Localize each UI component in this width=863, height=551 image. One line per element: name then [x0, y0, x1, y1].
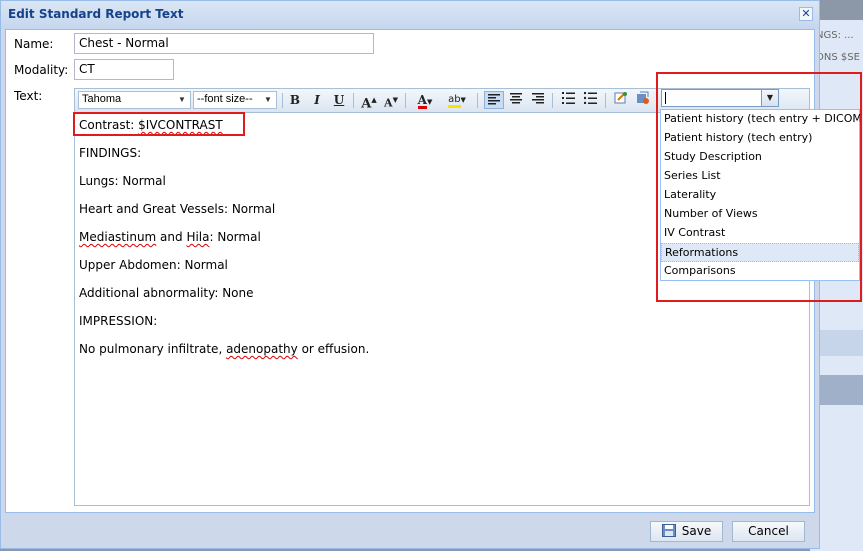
chevron-down-icon: ▼ [178, 95, 186, 104]
name-label: Name: [14, 37, 54, 51]
editor-line: Lungs: Normal [79, 174, 166, 188]
editor-line: IMPRESSION: [79, 314, 158, 328]
name-input[interactable]: Chest - Normal [74, 33, 374, 54]
underline-icon[interactable]: U [329, 91, 349, 109]
align-left-icon[interactable] [484, 91, 504, 109]
font-family-select[interactable]: Tahoma ▼ [78, 91, 191, 109]
source-edit-icon[interactable] [633, 91, 653, 109]
link-icon[interactable] [611, 91, 631, 109]
toolbar-separator [282, 93, 283, 108]
toolbar-separator [605, 93, 606, 108]
font-color-icon[interactable]: A▼ [412, 91, 438, 109]
editor-line: Heart and Great Vessels: Normal [79, 202, 276, 216]
decrease-font-icon[interactable]: A▼ [381, 91, 401, 110]
toolbar-separator [353, 93, 354, 108]
text-label: Text: [14, 89, 43, 103]
impression-line: No pulmonary infiltrate, adenopathy or e… [79, 342, 370, 356]
chevron-down-icon: ▼ [264, 95, 272, 104]
dropdown-highlight-box [656, 72, 862, 302]
dialog-titlebar[interactable]: Edit Standard Report Text ✕ [1, 1, 819, 29]
save-button[interactable]: Save [650, 521, 723, 542]
bold-icon[interactable]: B [285, 91, 305, 109]
align-center-icon[interactable] [506, 91, 526, 109]
cancel-button[interactable]: Cancel [732, 521, 805, 542]
font-size-select[interactable]: --font size-- ▼ [193, 91, 277, 109]
background-text: NGS: ... [816, 30, 854, 41]
align-right-icon[interactable] [528, 91, 548, 109]
toolbar-separator [552, 93, 553, 108]
ordered-list-icon[interactable] [558, 91, 578, 109]
editor-line: Additional abnormality: None [79, 286, 254, 300]
font-size-value: --font size-- [197, 93, 253, 105]
unordered-list-icon[interactable] [580, 91, 600, 109]
highlight-color-icon[interactable]: ab▼ [443, 91, 471, 109]
editor-line: FINDINGS: [79, 146, 142, 160]
contrast-highlight-box [73, 112, 245, 136]
font-family-value: Tahoma [82, 93, 122, 105]
toolbar-separator [405, 93, 406, 108]
italic-icon[interactable]: I [307, 91, 327, 109]
toolbar-separator [477, 93, 478, 108]
floppy-disk-icon [661, 524, 676, 537]
increase-font-icon[interactable]: A▲ [359, 91, 379, 111]
close-icon: ✕ [801, 7, 811, 20]
background-text: ONS $SE [816, 52, 860, 63]
close-button[interactable]: ✕ [799, 7, 813, 21]
editor-line: Upper Abdomen: Normal [79, 258, 228, 272]
mediastinum-line: Mediastinum and Hila: Normal [79, 230, 261, 244]
dialog-title: Edit Standard Report Text [8, 7, 184, 21]
modality-label: Modality: [14, 63, 69, 77]
modality-input[interactable]: CT [74, 59, 174, 80]
